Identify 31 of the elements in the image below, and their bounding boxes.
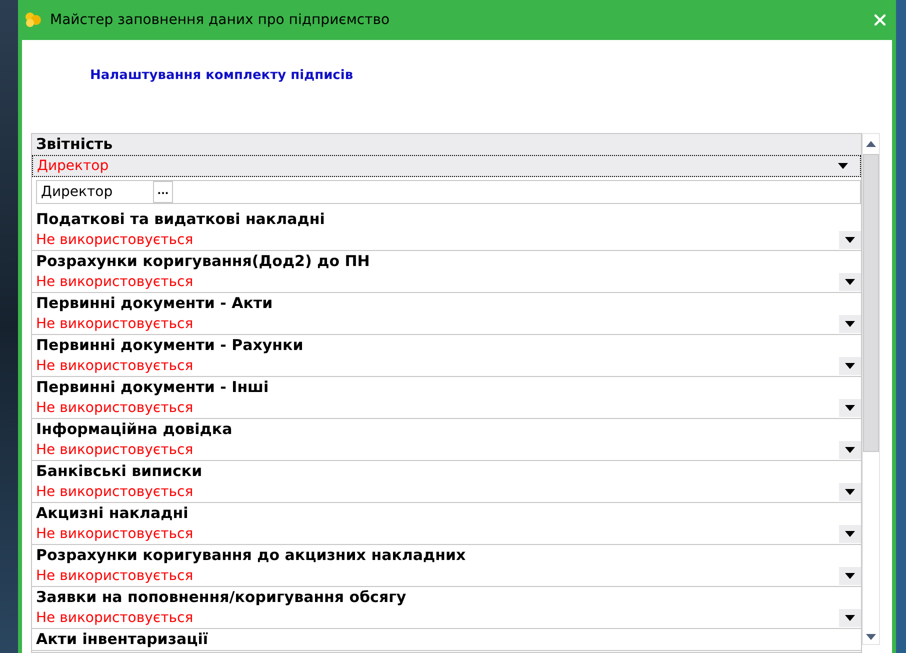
group-title: Розрахунки коригування(Дод2) до ПН <box>35 251 371 272</box>
dropdown-caret-icon <box>845 321 855 327</box>
scrollbar[interactable] <box>862 133 880 645</box>
group-title: Заявки на поповнення/коригування обсягу <box>35 587 408 608</box>
window-title: Майстер заповнення даних про підприємство <box>50 10 390 30</box>
dropdown-caret-icon <box>845 279 855 285</box>
group-title: Акти інвентаризації <box>35 629 210 650</box>
signer-dropdown[interactable]: Директор <box>32 155 861 177</box>
section-heading: Налаштування комплекту підписів <box>90 67 354 85</box>
dropdown-caret-icon <box>845 447 855 453</box>
group-title: Інформаційна довідка <box>35 419 234 440</box>
dropdown-caret-icon <box>845 615 855 621</box>
dropdown-caret-icon <box>845 405 855 411</box>
group-title: Звітність <box>32 134 861 155</box>
app-logo-icon <box>24 12 42 28</box>
dropdown-caret-icon <box>845 531 855 537</box>
group-title: Акцизні накладні <box>35 503 190 524</box>
dropdown-caret-icon <box>838 163 848 169</box>
dropdown-caret-icon <box>845 573 855 579</box>
group-title: Податкові та видаткові накладні <box>35 209 326 230</box>
dropdown-caret-icon <box>845 237 855 243</box>
group-title: Банківські виписки <box>35 461 204 482</box>
group-title: Первинні документи - Акти <box>35 293 274 314</box>
group-title: Первинні документи - Рахунки <box>35 335 304 356</box>
scroll-up-icon[interactable] <box>866 141 876 147</box>
dropdown-caret-icon <box>845 489 855 495</box>
group-title: Первинні документи - Інші <box>35 377 270 398</box>
scroll-thumb[interactable] <box>863 154 879 452</box>
dropdown-caret-icon <box>845 363 855 369</box>
group-title: Розрахунки коригування до акцизних накладних <box>35 545 467 566</box>
scroll-down-icon[interactable] <box>866 634 876 640</box>
